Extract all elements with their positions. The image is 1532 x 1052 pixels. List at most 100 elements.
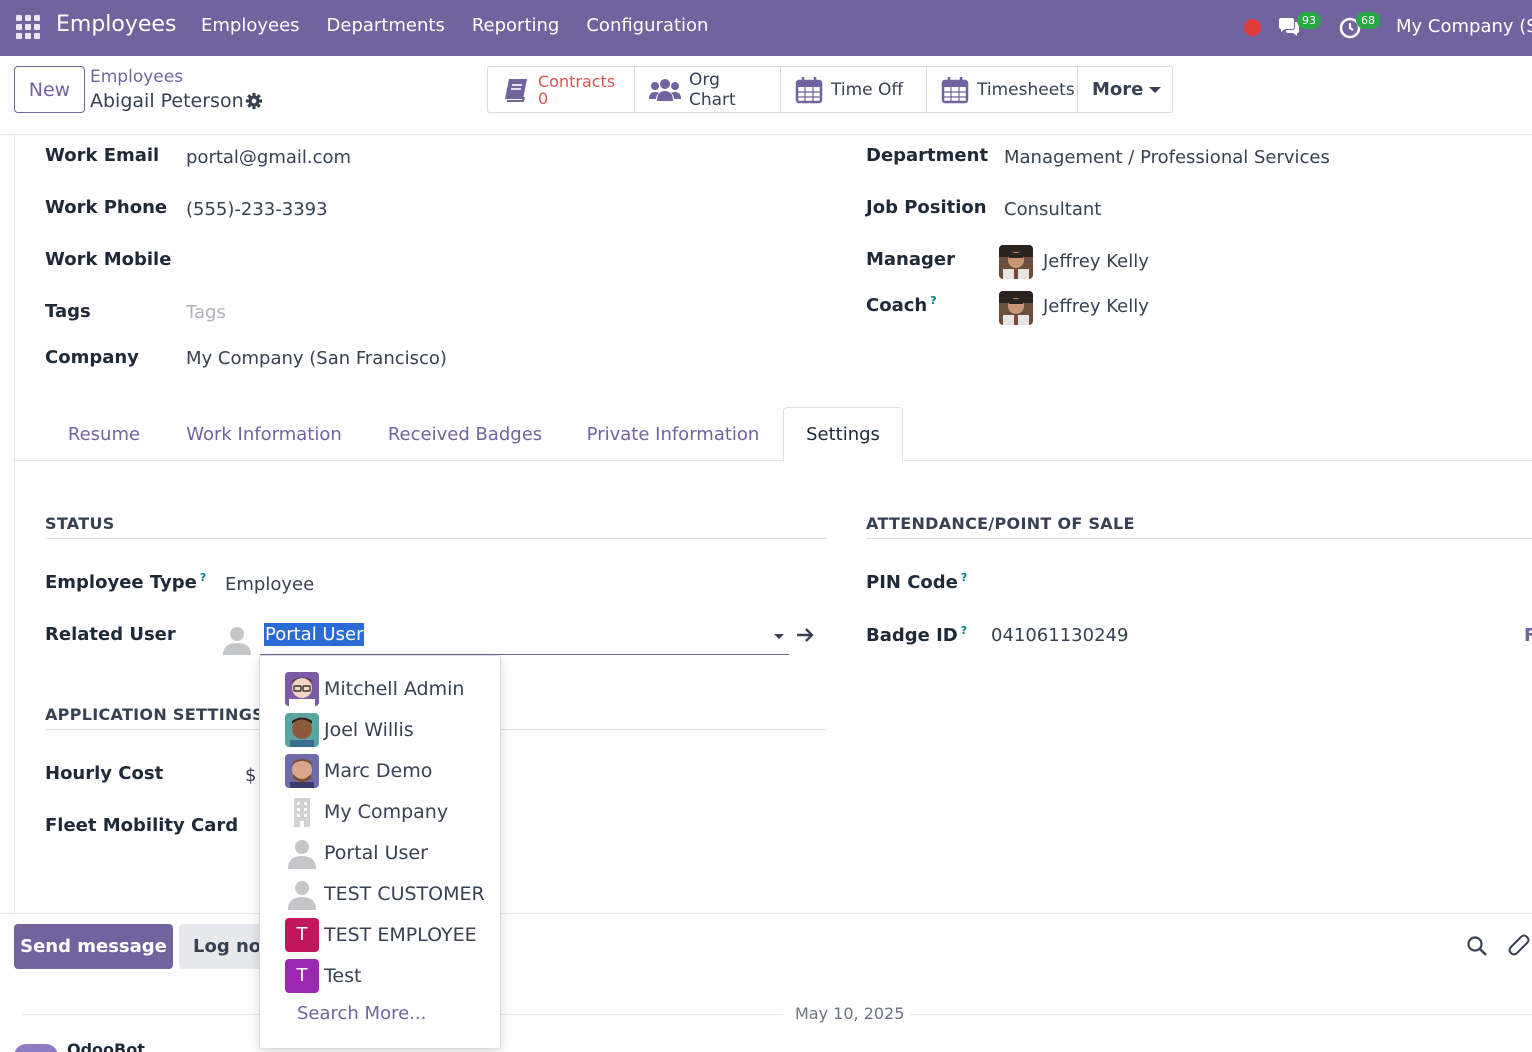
job-position-label: Job Position [866,197,987,218]
divider [866,538,1532,539]
more-label: More [1092,79,1144,100]
time-off-smart-button[interactable]: Time Off [781,67,927,112]
dropdown-item[interactable]: My Company [260,791,500,832]
badge-id-label: Badge ID? [866,624,967,646]
pin-code-label: PIN Code? [866,571,967,593]
contracts-count: 0 [538,88,549,108]
timesheets-smart-button[interactable]: Timesheets [927,67,1078,112]
menu-item-reporting[interactable]: Reporting [472,15,560,36]
tags-input[interactable]: Tags [186,302,226,323]
company-field[interactable]: My Company (San Francisco) [186,348,447,369]
user-avatar [285,712,319,747]
log-note-button[interactable]: Log note [179,924,269,969]
manager-label: Manager [866,249,955,270]
related-user-label: Related User [45,624,176,645]
employee-type-label-text: Employee Type [45,572,197,593]
chat-count-badge: 93 [1297,12,1321,29]
job-position-field[interactable]: Consultant [1004,199,1101,220]
manager-avatar[interactable] [999,245,1033,279]
help-tooltip-icon[interactable]: ? [930,294,936,307]
hourly-cost-label: Hourly Cost [45,763,164,784]
search-more-link[interactable]: Search More... [297,1003,426,1024]
arrow-right-icon[interactable] [796,627,816,643]
work-phone-label: Work Phone [45,197,168,218]
dropdown-item[interactable]: Mitchell Admin [260,668,500,709]
date-divider-right [910,1014,1532,1015]
apps-menu-icon[interactable] [16,15,40,39]
user-avatar [285,753,319,788]
work-mobile-field[interactable] [186,251,686,275]
calendar-icon [795,76,823,103]
tab-work-information[interactable]: Work Information [172,407,356,461]
related-user-input[interactable]: Portal User [260,618,789,655]
coach-field[interactable]: Jeffrey Kelly [1043,296,1149,317]
search-icon[interactable] [1466,935,1488,957]
status-section-title: STATUS [45,514,115,533]
gear-icon[interactable] [245,92,263,110]
dropdown-item[interactable]: Joel Willis [260,709,500,750]
related-user-autocomplete-dropdown: Mitchell Admin Joel Willis Marc Demo My … [259,655,501,1049]
breadcrumb-parent[interactable]: Employees [90,67,183,87]
help-tooltip-icon[interactable]: ? [961,624,967,637]
new-button[interactable]: New [14,66,85,113]
help-tooltip-icon[interactable]: ? [961,571,967,584]
department-field[interactable]: Management / Professional Services [1004,147,1330,168]
tab-settings[interactable]: Settings [783,407,903,462]
coach-label-text: Coach [866,295,928,316]
employee-type-label: Employee Type? [45,571,206,593]
recording-indicator-icon[interactable] [1244,19,1261,36]
breadcrumb-current: Abigail Peterson [90,90,244,112]
dropdown-item-label: Marc Demo [324,759,433,782]
org-chart-label: Org Chart [689,69,736,110]
pin-code-field[interactable] [990,573,1290,597]
pin-code-label-text: PIN Code [866,572,958,593]
dropdown-item-label: Joel Willis [324,718,414,741]
tab-received-badges[interactable]: Received Badges [376,407,554,461]
control-panel: New Employees Abigail Peterson Contracts… [0,56,1532,135]
initial-avatar: T [285,917,319,952]
coach-avatar[interactable] [999,291,1033,325]
manager-field[interactable]: Jeffrey Kelly [1043,251,1149,272]
more-button[interactable]: More [1078,67,1172,112]
caret-down-icon[interactable] [774,634,784,639]
work-phone-field[interactable]: (555)-233-3393 [186,199,328,220]
employee-type-field[interactable]: Employee [225,574,314,595]
contracts-smart-button[interactable]: Contracts 0 [488,67,635,112]
help-tooltip-icon[interactable]: ? [200,571,206,584]
dropdown-item-label: Portal User [324,841,428,864]
person-icon [285,836,319,870]
menu-item-departments[interactable]: Departments [327,15,445,36]
fleet-mobility-card-label: Fleet Mobility Card [45,815,239,836]
tab-resume[interactable]: Resume [48,407,160,461]
menu-item-employees[interactable]: Employees [201,15,300,36]
generate-badge-link[interactable]: F [1524,625,1532,646]
app-title[interactable]: Employees [56,12,176,37]
org-chart-smart-button[interactable]: Org Chart [635,67,781,112]
dropdown-item[interactable]: Marc Demo [260,750,500,791]
bot-avatar [14,1044,58,1052]
menu-item-configuration[interactable]: Configuration [586,15,708,36]
tab-private-information[interactable]: Private Information [574,407,772,461]
related-user-selected-text[interactable]: Portal User [264,623,365,646]
message-author[interactable]: OdooBot [67,1040,145,1052]
timesheets-label: Timesheets [977,79,1075,100]
dropdown-item-label: My Company [324,800,449,823]
dropdown-item[interactable]: TEST CUSTOMER [260,873,500,914]
user-avatar [285,671,319,706]
work-email-field[interactable]: portal@gmail.com [186,147,351,168]
dropdown-item[interactable]: Portal User [260,832,500,873]
send-message-button[interactable]: Send message [14,924,173,969]
dropdown-item[interactable]: T Test [260,955,500,996]
users-icon [649,78,681,101]
paperclip-icon[interactable] [1506,933,1530,957]
time-off-label: Time Off [831,79,904,100]
top-navbar: Employees Employees Departments Reportin… [0,0,1532,56]
initial-avatar: T [285,958,319,993]
notebook-tabs: Resume Work Information Received Badges … [14,407,1532,462]
company-switcher[interactable]: My Company (S [1396,16,1532,37]
activity-count-badge: 68 [1356,12,1380,29]
badge-id-field[interactable]: 041061130249 [991,625,1128,646]
caret-down-icon [1149,86,1162,93]
coach-label: Coach? [866,294,937,316]
dropdown-item[interactable]: T TEST EMPLOYEE [260,914,500,955]
